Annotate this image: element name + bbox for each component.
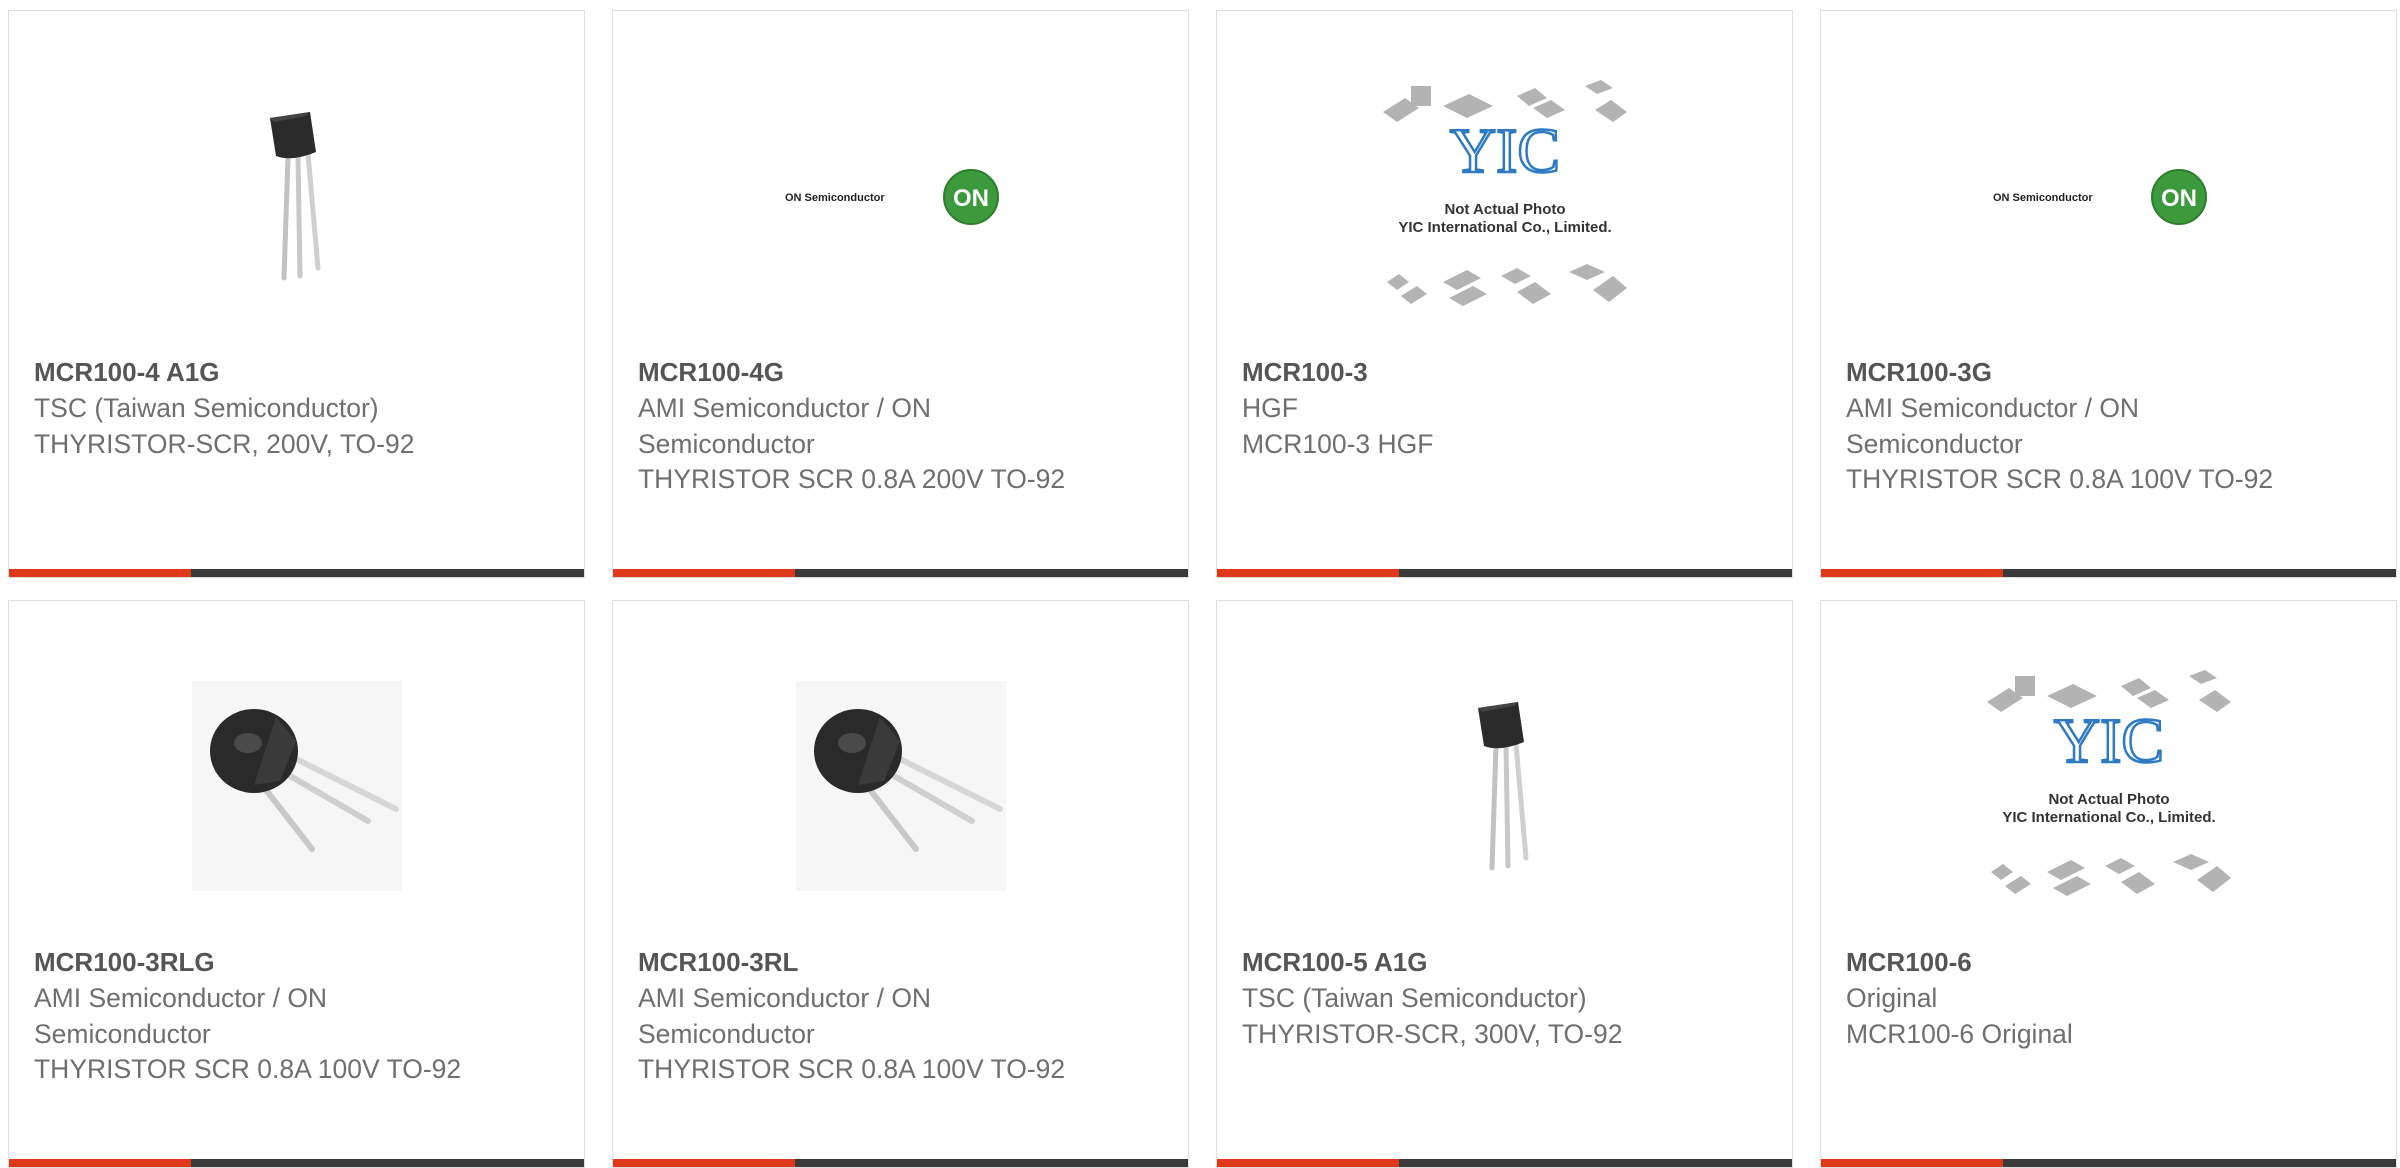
card-footer-bar [613,1159,1188,1167]
yic-placeholder-image: YIC Not Actual Photo YIC International C… [1382,80,1627,306]
product-image[interactable]: ON Semiconductor ON [613,71,1188,321]
description: THYRISTOR-SCR, 300V, TO-92 [1242,1018,1623,1049]
yic-brand-text: YIC [1449,115,1559,186]
product-card[interactable]: MCR100-3RL AMI Semiconductor / ON Semico… [612,600,1189,1168]
description: THYRISTOR-SCR, 200V, TO-92 [34,428,415,459]
part-number[interactable]: MCR100-3G [1846,354,2366,390]
card-footer-bar [9,569,584,577]
yic-line2: YIC International Co., Limited. [2002,809,2215,826]
manufacturer: Original [1846,983,1938,1013]
product-card[interactable]: ON Semiconductor ON MCR100-3G AMI Semico… [1820,10,2397,578]
product-image[interactable]: YIC Not Actual Photo YIC International C… [1821,661,2396,911]
product-image[interactable] [613,661,1188,911]
card-footer-bar [613,569,1188,577]
description: MCR100-6 Original [1846,1018,2073,1049]
product-card[interactable]: MCR100-4 A1G TSC (Taiwan Semiconductor) … [8,10,585,578]
description: THYRISTOR SCR 0.8A 100V TO-92 [34,1054,462,1084]
yic-brand-text: YIC [2053,705,2163,776]
product-card[interactable]: YIC Not Actual Photo YIC International C… [1216,10,1793,578]
part-number[interactable]: MCR100-3 [1242,354,1762,390]
product-image[interactable] [9,661,584,911]
on-mark-text: ON [953,185,989,212]
manufacturer: TSC (Taiwan Semiconductor) [34,393,379,423]
on-brand-text: ON Semiconductor [1993,192,2093,204]
to92-vertical-icon [1477,702,1528,871]
card-accent [1821,569,2003,577]
part-number[interactable]: MCR100-3RLG [34,944,554,980]
manufacturer: AMI Semiconductor / ON Semiconductor [638,983,932,1049]
part-number[interactable]: MCR100-5 A1G [1242,944,1762,980]
to92-angled-icon [191,681,402,891]
product-card[interactable]: YIC Not Actual Photo YIC International C… [1820,600,2397,1168]
card-footer-bar [9,1159,584,1167]
yic-placeholder-image: YIC Not Actual Photo YIC International C… [1986,670,2231,896]
product-card[interactable]: MCR100-5 A1G TSC (Taiwan Semiconductor) … [1216,600,1793,1168]
part-number[interactable]: MCR100-4 A1G [34,354,554,390]
to92-angled-icon [795,681,1006,891]
on-semiconductor-logo: ON Semiconductor ON [1993,169,2207,225]
on-brand-text: ON Semiconductor [785,192,885,204]
yic-line1: Not Actual Photo [1444,201,1565,218]
card-accent [613,569,795,577]
description: THYRISTOR SCR 0.8A 100V TO-92 [1846,464,2274,494]
product-card[interactable]: MCR100-3RLG AMI Semiconductor / ON Semic… [8,600,585,1168]
card-footer-bar [1217,1159,1792,1167]
card-accent [1217,1159,1399,1167]
product-image[interactable]: ON Semiconductor ON [1821,71,2396,321]
manufacturer: TSC (Taiwan Semiconductor) [1242,983,1587,1013]
manufacturer: AMI Semiconductor / ON Semiconductor [638,393,932,459]
yic-line1: Not Actual Photo [2048,791,2169,808]
description: MCR100-3 HGF [1242,428,1434,459]
manufacturer: HGF [1242,393,1298,423]
on-mark-text: ON [2161,185,2197,212]
to92-vertical-icon [269,112,320,281]
product-image[interactable] [1217,661,1792,911]
manufacturer: AMI Semiconductor / ON Semiconductor [34,983,328,1049]
card-accent [1217,569,1399,577]
card-accent [9,1159,191,1167]
description: THYRISTOR SCR 0.8A 100V TO-92 [638,1054,1066,1084]
card-accent [1821,1159,2003,1167]
part-number[interactable]: MCR100-6 [1846,944,2366,980]
card-footer-bar [1217,569,1792,577]
on-semiconductor-logo: ON Semiconductor ON [785,169,999,225]
card-footer-bar [1821,569,2396,577]
card-accent [9,569,191,577]
yic-line2: YIC International Co., Limited. [1398,219,1611,236]
description: THYRISTOR SCR 0.8A 200V TO-92 [638,464,1066,494]
card-footer-bar [1821,1159,2396,1167]
product-card[interactable]: ON Semiconductor ON MCR100-4G AMI Semico… [612,10,1189,578]
product-grid: MCR100-4 A1G TSC (Taiwan Semiconductor) … [0,0,2400,1168]
manufacturer: AMI Semiconductor / ON Semiconductor [1846,393,2140,459]
part-number[interactable]: MCR100-4G [638,354,1158,390]
product-image[interactable]: YIC Not Actual Photo YIC International C… [1217,71,1792,321]
card-accent [613,1159,795,1167]
part-number[interactable]: MCR100-3RL [638,944,1158,980]
product-image[interactable] [9,71,584,321]
